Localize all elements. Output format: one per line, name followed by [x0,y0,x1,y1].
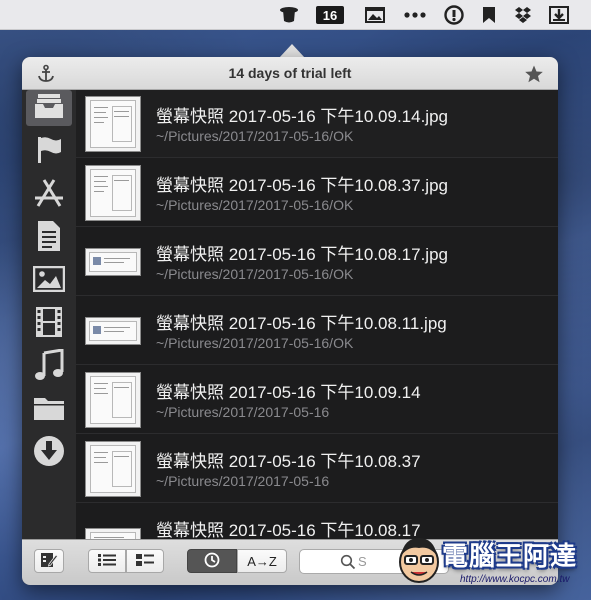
sidebar-item-downloads[interactable] [26,435,72,471]
sidebar-item-images[interactable] [26,263,72,299]
file-path: ~/Pictures/2017/2017-05-16/OK [156,197,354,213]
info-circle-icon[interactable] [443,5,465,25]
list-item[interactable]: 螢幕快照 2017-05-16 下午10.08.11.jpg ~/Picture… [76,297,558,365]
bookmark-icon[interactable] [480,5,498,25]
sidebar-item-music[interactable] [26,347,72,386]
file-path: ~/Pictures/2017/2017-05-16 [156,404,330,420]
sidebar-item-apps[interactable] [26,177,72,213]
list-item[interactable]: 螢幕快照 2017-05-16 下午10.08.17.jpg ~/Picture… [76,228,558,296]
clock-icon [204,552,220,571]
file-name: 螢幕快照 2017-05-16 下午10.09.14 [156,383,421,402]
list-item[interactable]: 螢幕快照 2017-05-16 下午10.08.37.jpg ~/Picture… [76,159,558,227]
file-path: ~/Pictures/2017/2017-05-16 [156,473,330,489]
file-name: 螢幕快照 2017-05-16 下午10.08.11.jpg [156,314,447,333]
search-placeholder: S [358,554,367,569]
sidebar [22,90,76,539]
mascot-logo-icon [396,534,442,586]
list-item[interactable]: 螢幕快照 2017-05-16 下午10.09.14 ~/Pictures/20… [76,366,558,434]
file-thumbnail [85,317,141,345]
list-item[interactable]: 螢幕快照 2017-05-16 下午10.09.14.jpg ~/Picture… [76,90,558,158]
list-view-button[interactable] [88,549,126,573]
search-icon [340,554,356,573]
download-icon[interactable] [548,5,570,25]
thumbnail-view-icon [135,553,155,570]
file-name: 螢幕快照 2017-05-16 下午10.08.37.jpg [156,176,448,195]
sort-by-time-button[interactable] [187,549,237,573]
file-path: ~/Pictures/2017/2017-05-16/OK [156,335,354,351]
sidebar-item-folders[interactable] [26,392,72,428]
image-icon [32,265,66,297]
star-icon[interactable] [524,64,544,89]
dropbox-icon[interactable] [513,5,533,25]
edit-icon [40,552,59,571]
sidebar-item-flagged[interactable] [26,134,72,170]
menu-bar: 16 [0,0,591,30]
file-path: ~/Pictures/2017/2017-05-16/OK [156,266,354,282]
file-name: 螢幕快照 2017-05-16 下午10.08.17.jpg [156,245,448,264]
watermark-url: http://www.kocpc.com.tw [460,574,570,585]
watermark-text: 電腦王阿達 [442,542,578,572]
anchor-icon[interactable] [36,64,56,89]
sort-az-button[interactable]: A→Z [237,549,287,573]
popover-titlebar: 14 days of trial left [22,57,558,90]
watermark: 電腦王阿達 http://www.kocpc.com.tw [392,528,588,594]
file-list: 螢幕快照 2017-05-16 下午10.09.14.jpg ~/Picture… [76,90,558,539]
image-icon[interactable] [364,5,386,25]
document-icon [36,220,62,257]
sort-az-label: A→Z [247,553,277,569]
music-note-icon [34,347,64,386]
calendar-badge-icon[interactable]: 16 [316,6,344,24]
popover-window: 14 days of trial left 螢幕快照 2017-05-16 下午… [22,57,558,585]
app-store-icon [33,178,65,213]
file-thumbnail [85,248,141,276]
popover-arrow [279,44,305,58]
flag-icon [34,135,64,170]
more-icon[interactable] [403,5,427,25]
hat-icon[interactable] [278,5,300,25]
list-view-icon [97,553,117,570]
sidebar-item-movies[interactable] [26,306,72,342]
download-circle-icon [33,435,65,472]
file-thumbnail [85,96,141,152]
file-thumbnail [85,441,141,497]
sidebar-item-inbox[interactable] [26,90,72,126]
popover-title: 14 days of trial left [228,65,352,81]
file-name: 螢幕快照 2017-05-16 下午10.08.37 [156,452,421,471]
film-icon [35,306,63,343]
list-item[interactable]: 螢幕快照 2017-05-16 下午10.08.37 ~/Pictures/20… [76,435,558,503]
badge-number: 16 [322,7,338,23]
edit-button[interactable] [34,549,64,573]
file-thumbnail [85,372,141,428]
file-name: 螢幕快照 2017-05-16 下午10.09.14.jpg [156,107,448,126]
folder-icon [33,395,65,426]
file-thumbnail [85,165,141,221]
file-thumbnail [85,528,141,539]
thumbnail-view-button[interactable] [126,549,164,573]
sidebar-item-documents[interactable] [26,220,72,256]
file-name: 螢幕快照 2017-05-16 下午10.08.17 [156,521,421,539]
inbox-tray-icon [33,92,65,125]
file-path: ~/Pictures/2017/2017-05-16/OK [156,128,354,144]
